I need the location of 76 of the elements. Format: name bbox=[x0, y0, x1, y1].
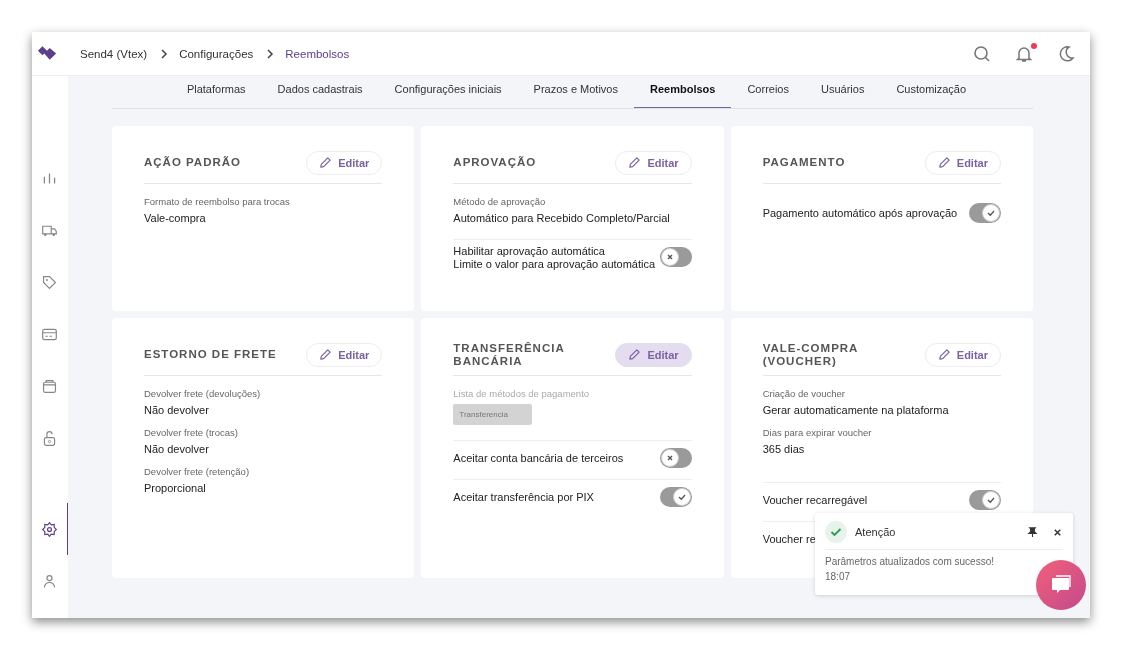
tab[interactable]: Plataformas bbox=[170, 76, 262, 108]
toggle-label: Pagamento automático após aprovação bbox=[762, 207, 958, 219]
edit-button[interactable]: Editar bbox=[615, 150, 692, 175]
card-title: AÇÃO PADRÃO bbox=[144, 156, 242, 169]
gear-icon bbox=[41, 520, 58, 538]
check-icon bbox=[986, 495, 996, 505]
breadcrumb-link[interactable]: Reembolsos bbox=[285, 47, 350, 60]
pin-icon[interactable] bbox=[1027, 526, 1038, 538]
pencil-icon bbox=[937, 348, 951, 361]
field-label: Dias para expirar voucher bbox=[762, 427, 873, 438]
field-label: Formato de reembolso para trocas bbox=[144, 196, 291, 207]
search-icon[interactable] bbox=[972, 43, 992, 64]
pencil-icon bbox=[628, 156, 642, 169]
field-label: Devolver frete (trocas) bbox=[144, 427, 239, 438]
field-label: Lista de métodos de pagamento bbox=[453, 388, 591, 399]
edit-button[interactable]: Editar bbox=[924, 342, 1001, 367]
lock-icon bbox=[41, 429, 58, 447]
toggle-switch[interactable] bbox=[969, 203, 1001, 223]
check-circle-icon bbox=[825, 521, 847, 543]
breadcrumb-link[interactable]: Send4 (Vtex) bbox=[80, 47, 148, 60]
check-icon bbox=[676, 492, 687, 502]
field-label: Criação de voucher bbox=[762, 388, 847, 399]
field-value: Vale-compra bbox=[144, 212, 207, 224]
chat-button[interactable] bbox=[1036, 560, 1086, 610]
close-icon[interactable] bbox=[1052, 526, 1063, 538]
toggle-label: Voucher recarregável bbox=[762, 494, 868, 506]
chevron-right-icon bbox=[160, 48, 169, 59]
pencil-icon bbox=[937, 156, 951, 169]
tab[interactable]: Customização bbox=[880, 76, 983, 108]
field-label: Devolver frete (retenção) bbox=[144, 466, 251, 477]
toggle-label: Habilitar aprovação automática bbox=[453, 244, 606, 257]
card-title: TRANSFERÊNCIA BANCÁRIA bbox=[453, 341, 566, 368]
toggle-switch[interactable] bbox=[659, 487, 692, 507]
card-title: PAGAMENTO bbox=[762, 156, 846, 169]
tab[interactable]: Usuários bbox=[805, 76, 881, 108]
pencil-icon bbox=[628, 348, 642, 361]
chevron-right-icon bbox=[266, 48, 275, 59]
card-title: APROVAÇÃO bbox=[453, 156, 537, 169]
tab[interactable]: Reembolsos bbox=[634, 76, 732, 108]
toggle-label: Aceitar transferência por PIX bbox=[453, 491, 594, 503]
toggle-switch[interactable] bbox=[659, 448, 692, 468]
toggle-description: Limite o valor para aprovação automática bbox=[453, 257, 656, 270]
edit-button[interactable]: Editar bbox=[306, 150, 383, 175]
field-value: Gerar automaticamente na plataforma bbox=[762, 404, 950, 416]
field-value: Não devolver bbox=[144, 404, 210, 416]
payment-method-chip: Transferencia bbox=[453, 404, 533, 425]
edit-button[interactable]: Editar bbox=[306, 342, 383, 367]
toggle-switch[interactable] bbox=[659, 247, 692, 267]
tab[interactable]: Correios bbox=[731, 76, 805, 108]
card-title: VALE-COMPRA (VOUCHER) bbox=[762, 341, 859, 368]
field-value: Proporcional bbox=[144, 482, 207, 494]
box-icon bbox=[41, 377, 58, 395]
tag-icon bbox=[41, 273, 58, 291]
field-label: Método de aprovação bbox=[453, 196, 547, 207]
user-icon bbox=[41, 572, 58, 590]
field-value: 365 dias bbox=[762, 443, 806, 455]
field-value: Automático para Recebido Completo/Parcial bbox=[453, 212, 671, 224]
breadcrumb-link[interactable]: Configurações bbox=[179, 47, 254, 60]
check-icon bbox=[986, 208, 996, 218]
pencil-icon bbox=[319, 156, 333, 169]
field-label: Devolver frete (devoluções) bbox=[144, 388, 262, 399]
toast-time: 18:07 bbox=[825, 571, 852, 582]
toast-message: Parâmetros atualizados com sucesso! bbox=[825, 556, 995, 567]
tab[interactable]: Dados cadastrais bbox=[261, 76, 379, 108]
toggle-label: Voucher re bbox=[762, 533, 816, 545]
card-title: ESTORNO DE FRETE bbox=[144, 348, 277, 361]
tab[interactable]: Configurações iniciais bbox=[378, 76, 518, 108]
field-value: Não devolver bbox=[144, 443, 210, 455]
toggle-label: Aceitar conta bancária de terceiros bbox=[453, 452, 624, 464]
logo-icon bbox=[37, 45, 57, 62]
edit-button[interactable]: Editar bbox=[924, 150, 1001, 175]
pencil-icon bbox=[319, 348, 333, 361]
edit-button[interactable]: Editar bbox=[615, 342, 692, 367]
toast-title: Atenção bbox=[855, 526, 897, 538]
tab[interactable]: Prazos e Motivos bbox=[517, 76, 634, 108]
toggle-switch[interactable] bbox=[969, 490, 1001, 510]
